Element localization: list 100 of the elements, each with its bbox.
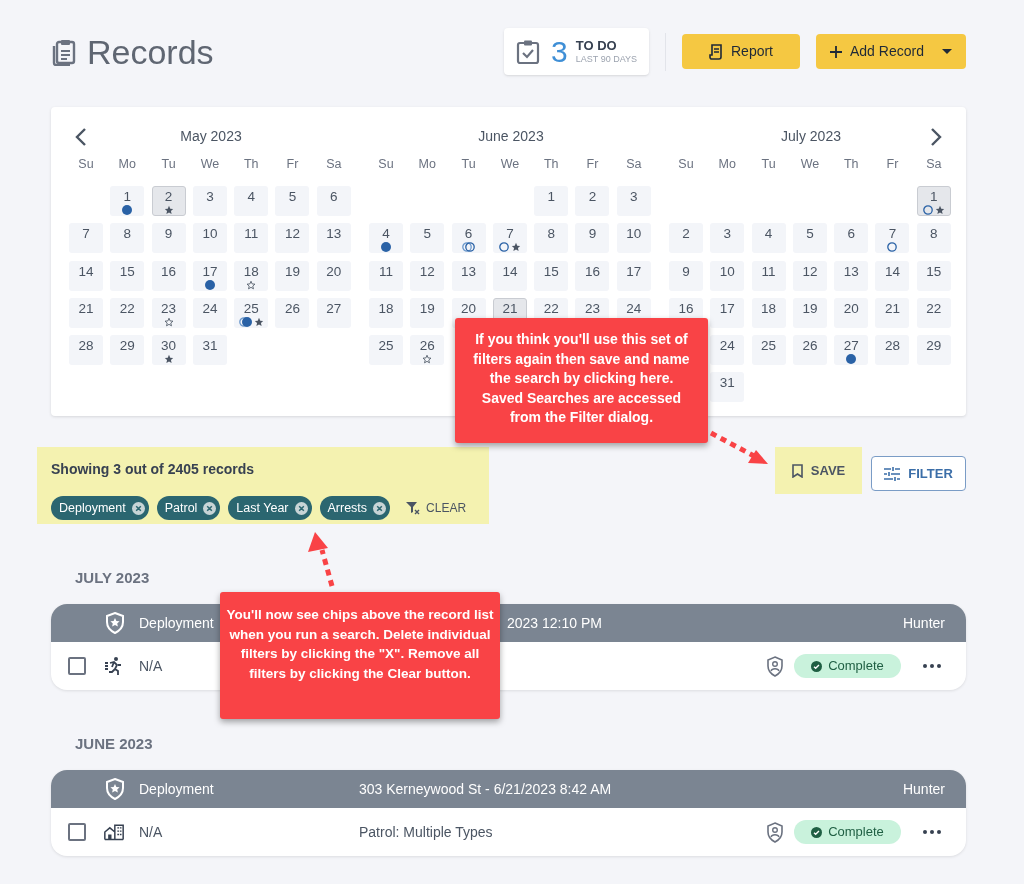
calendar-day[interactable]: 9: [575, 223, 610, 254]
more-options-icon[interactable]: [923, 664, 941, 668]
calendar-day[interactable]: 4: [369, 223, 403, 254]
report-button[interactable]: Report: [682, 34, 800, 69]
clear-filters-button[interactable]: CLEAR: [406, 499, 467, 517]
calendar-day[interactable]: 3: [710, 223, 745, 254]
calendar-day[interactable]: 19: [792, 297, 827, 328]
save-search-button[interactable]: SAVE: [775, 447, 862, 494]
record-checkbox[interactable]: [68, 657, 86, 675]
calendar-day[interactable]: 12: [275, 223, 310, 254]
record-checkbox[interactable]: [68, 823, 86, 841]
calendar-day[interactable]: 21: [875, 297, 910, 328]
calendar-day[interactable]: 16: [151, 260, 186, 291]
calendar-day[interactable]: 1: [534, 186, 569, 216]
calendar-day[interactable]: 7: [69, 223, 103, 254]
filter-button[interactable]: FILTER: [871, 456, 966, 491]
calendar-day[interactable]: 7: [492, 223, 527, 254]
calendar-day[interactable]: 19: [410, 297, 445, 328]
calendar-day[interactable]: 24: [710, 335, 745, 366]
calendar-day[interactable]: 9: [151, 223, 186, 254]
calendar-day[interactable]: 16: [575, 260, 610, 291]
calendar-day[interactable]: 2: [151, 186, 186, 216]
calendar-day[interactable]: 25: [751, 335, 786, 366]
add-record-button[interactable]: Add Record: [816, 34, 966, 69]
calendar-day[interactable]: 24: [192, 297, 227, 328]
calendar-day[interactable]: 25: [369, 335, 403, 366]
calendar-day[interactable]: 29: [110, 335, 145, 366]
calendar-day[interactable]: 29: [916, 335, 951, 366]
calendar-day[interactable]: 1: [916, 186, 951, 216]
calendar-day[interactable]: 8: [534, 223, 569, 254]
calendar-day[interactable]: 9: [669, 260, 703, 291]
remove-chip-icon[interactable]: [131, 501, 145, 515]
filter-chip[interactable]: Deployment: [51, 496, 149, 520]
remove-chip-icon[interactable]: [373, 501, 387, 515]
calendar-day[interactable]: 2: [575, 186, 610, 216]
calendar-day[interactable]: 6: [451, 223, 486, 254]
calendar-day[interactable]: 17: [192, 260, 227, 291]
record-card[interactable]: Deployment 303 Kerneywood St - 6/21/2023 8:42 AM Hunter N/A Patrol: Multiple Types Complete: [51, 770, 966, 856]
calendar-day[interactable]: 3: [192, 186, 227, 216]
calendar-day[interactable]: 26: [792, 335, 827, 366]
calendar-day[interactable]: 31: [710, 372, 745, 403]
calendar-day[interactable]: 11: [751, 260, 786, 291]
calendar-day[interactable]: 10: [192, 223, 227, 254]
calendar-day[interactable]: 28: [69, 335, 103, 366]
calendar-day[interactable]: 12: [410, 260, 445, 291]
previous-month-icon[interactable]: [74, 127, 88, 147]
calendar-day[interactable]: 14: [875, 260, 910, 291]
more-options-icon[interactable]: [923, 830, 941, 834]
calendar-day[interactable]: 18: [751, 297, 786, 328]
calendar-day[interactable]: 27: [834, 335, 869, 366]
calendar-day[interactable]: 22: [110, 297, 145, 328]
calendar-day[interactable]: 10: [710, 260, 745, 291]
calendar-day[interactable]: 28: [875, 335, 910, 366]
calendar-day[interactable]: 23: [151, 297, 186, 328]
calendar-day[interactable]: 14: [492, 260, 527, 291]
calendar-day[interactable]: 26: [410, 335, 445, 366]
calendar-day[interactable]: 15: [534, 260, 569, 291]
calendar-day[interactable]: 5: [792, 223, 827, 254]
calendar-day[interactable]: 8: [110, 223, 145, 254]
calendar-day[interactable]: 18: [234, 260, 269, 291]
calendar-day[interactable]: 30: [151, 335, 186, 366]
calendar-day[interactable]: 25: [234, 297, 269, 328]
filter-chip[interactable]: Last Year: [228, 496, 312, 520]
calendar-day[interactable]: 5: [410, 223, 445, 254]
filter-chip[interactable]: Patrol: [156, 496, 221, 520]
calendar-day[interactable]: 11: [369, 260, 403, 291]
calendar-day[interactable]: 20: [834, 297, 869, 328]
calendar-day[interactable]: 18: [369, 297, 403, 328]
calendar-day[interactable]: 8: [916, 223, 951, 254]
calendar-day[interactable]: 5: [275, 186, 310, 216]
calendar-day[interactable]: 4: [234, 186, 269, 216]
calendar-day[interactable]: 7: [875, 223, 910, 254]
calendar-day[interactable]: 13: [834, 260, 869, 291]
remove-chip-icon[interactable]: [294, 501, 308, 515]
calendar-day[interactable]: 11: [234, 223, 269, 254]
calendar-day[interactable]: 12: [792, 260, 827, 291]
calendar-day[interactable]: 15: [110, 260, 145, 291]
calendar-day[interactable]: 19: [275, 260, 310, 291]
calendar-day[interactable]: 1: [110, 186, 145, 216]
calendar-day[interactable]: 27: [316, 297, 351, 328]
calendar-day[interactable]: 15: [916, 260, 951, 291]
remove-chip-icon[interactable]: [203, 501, 217, 515]
calendar-day[interactable]: 13: [316, 223, 351, 254]
calendar-day[interactable]: 17: [616, 260, 651, 291]
calendar-day[interactable]: 2: [669, 223, 703, 254]
calendar-day[interactable]: 26: [275, 297, 310, 328]
next-month-icon[interactable]: [929, 127, 943, 147]
calendar-day[interactable]: 22: [916, 297, 951, 328]
calendar-day[interactable]: 3: [616, 186, 651, 216]
calendar-day[interactable]: 31: [192, 335, 227, 366]
calendar-day[interactable]: 13: [451, 260, 486, 291]
filter-chip[interactable]: Arrests: [319, 496, 391, 520]
calendar-day[interactable]: 10: [616, 223, 651, 254]
calendar-day[interactable]: 20: [316, 260, 351, 291]
calendar-day[interactable]: 6: [316, 186, 351, 216]
calendar-day[interactable]: 21: [69, 297, 103, 328]
calendar-day[interactable]: 4: [751, 223, 786, 254]
calendar-day[interactable]: 17: [710, 297, 745, 328]
calendar-day[interactable]: 14: [69, 260, 103, 291]
calendar-day[interactable]: 6: [834, 223, 869, 254]
